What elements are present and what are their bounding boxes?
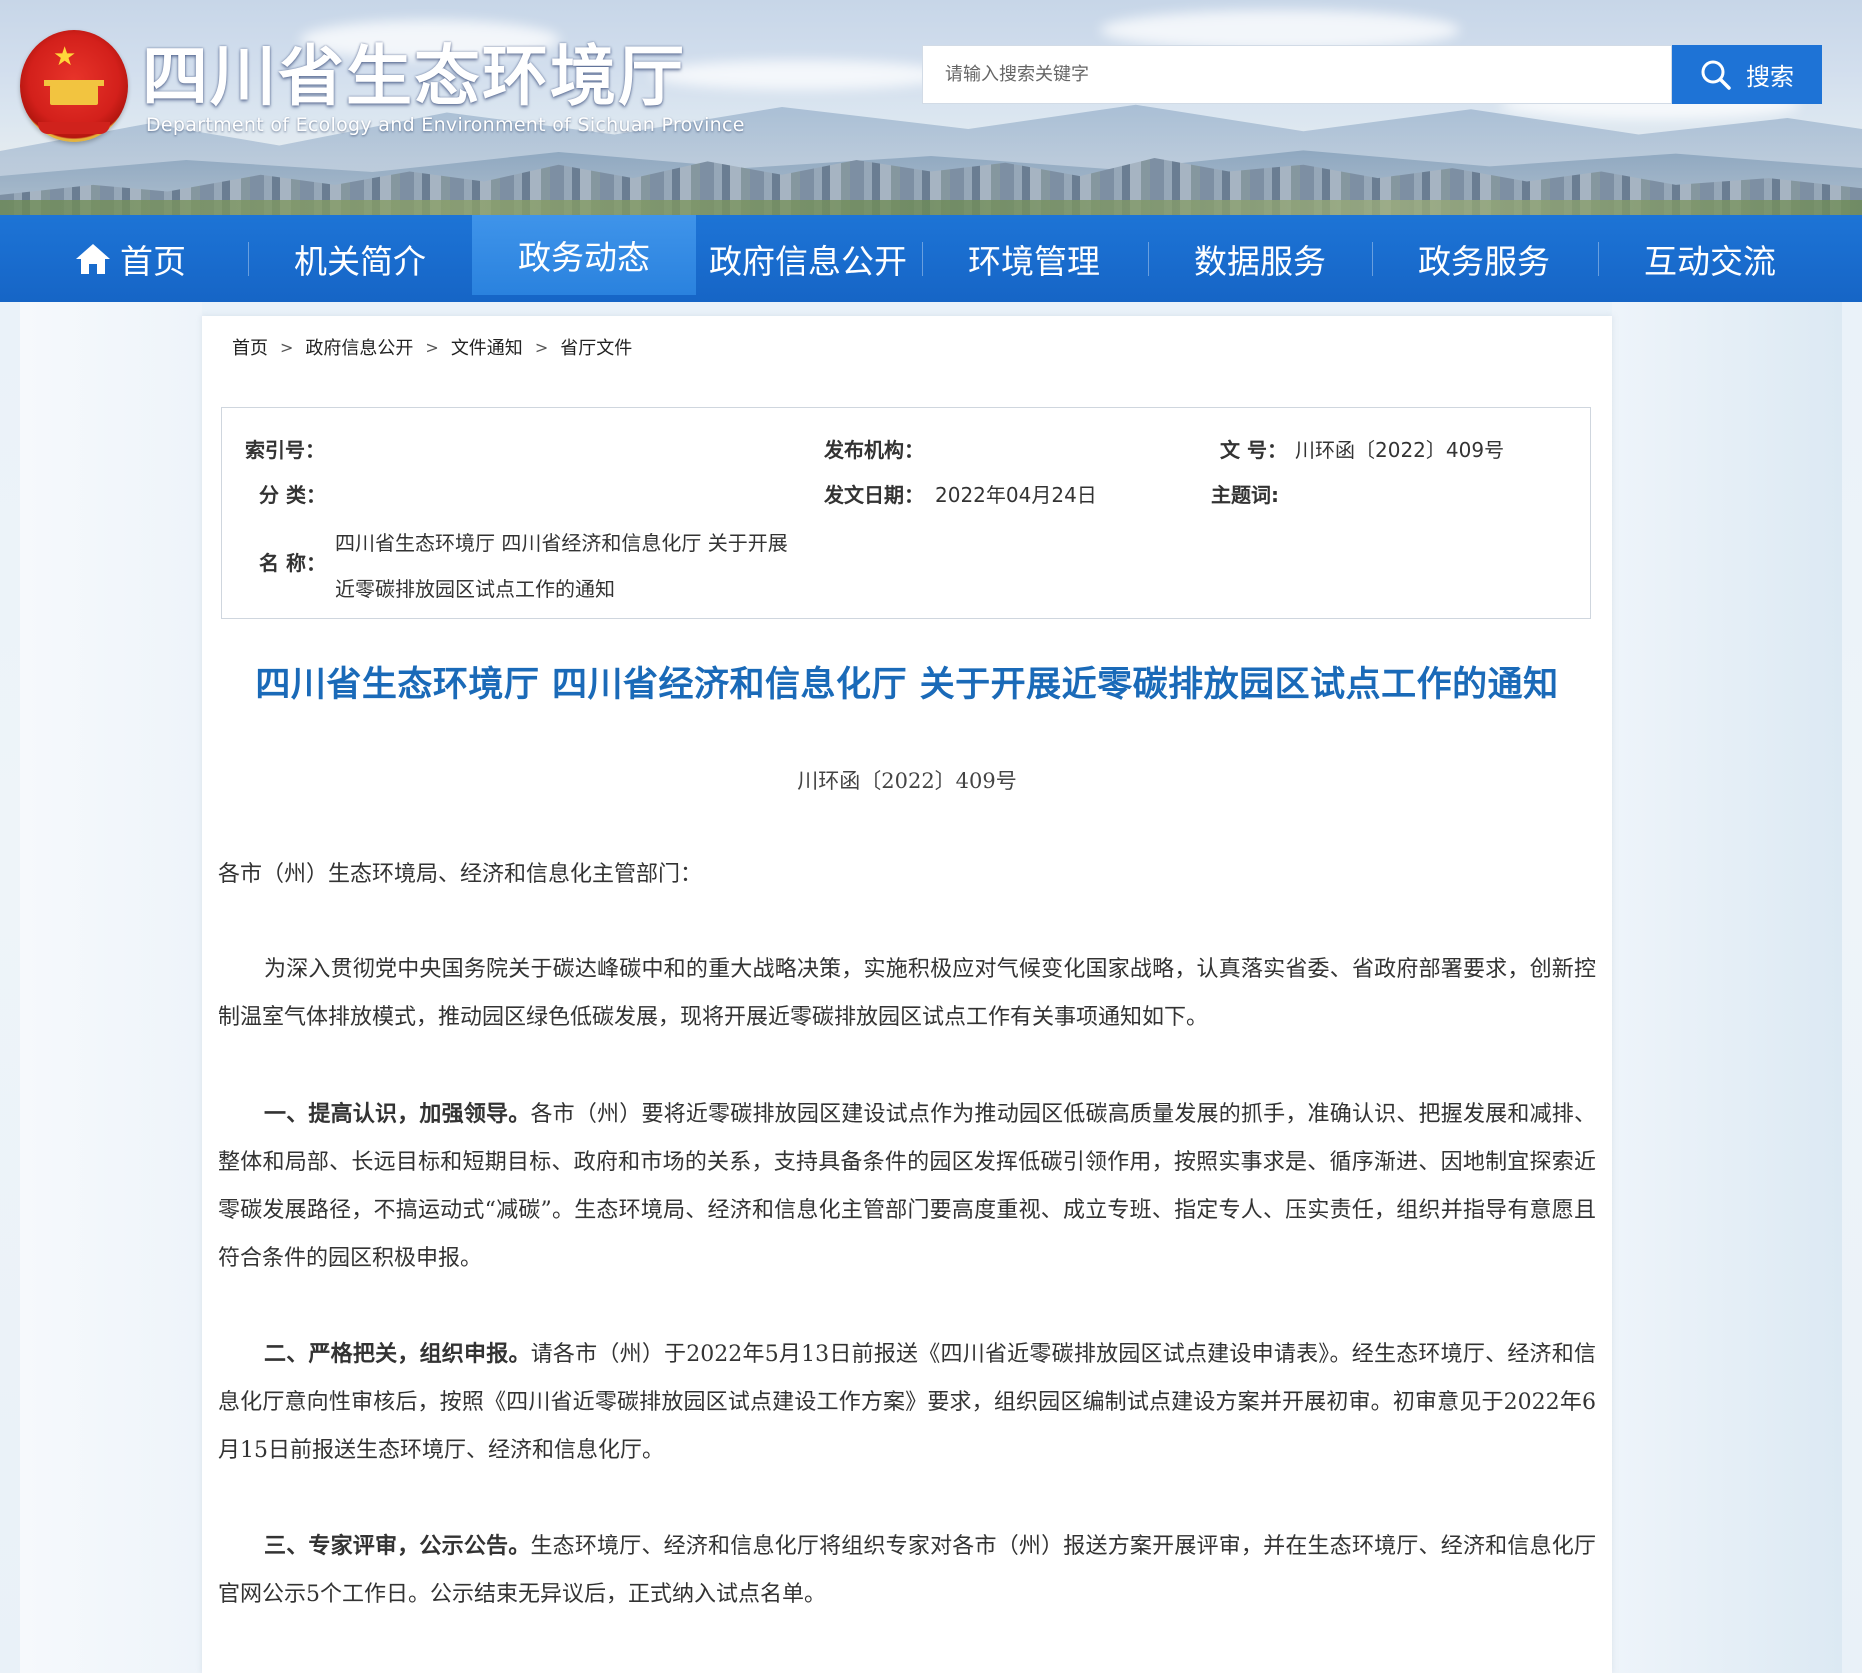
breadcrumb: 首页 > 政府信息公开 > 文件通知 > 省厅文件 — [232, 334, 632, 360]
main-nav: 首页 机关简介 政务动态 政府信息公开 环境管理 数据服务 政务服务 互动交流 — [0, 215, 1862, 302]
breadcrumb-file-notices[interactable]: 文件通知 — [451, 334, 523, 360]
nav-item-news[interactable]: 政务动态 — [472, 215, 696, 295]
nav-item-label: 数据服务 — [1194, 241, 1326, 281]
index-label: 索引号： — [245, 438, 325, 462]
search-button[interactable]: 搜索 — [1672, 45, 1822, 104]
section-heading: 三、专家评审，公示公告。 — [264, 1534, 531, 1559]
section-heading: 一、提高认识，加强领导。 — [264, 1102, 531, 1127]
breadcrumb-info-disclosure[interactable]: 政府信息公开 — [305, 334, 413, 360]
search-input[interactable] — [923, 46, 1643, 103]
docno-label: 文 号： — [1220, 438, 1287, 462]
breadcrumb-separator: > — [534, 337, 549, 357]
intro-paragraph: 为深入贯彻党中央国务院关于碳达峰碳中和的重大战略决策，实施积极应对气候变化国家战… — [218, 957, 1596, 1030]
nav-item-interaction[interactable]: 互动交流 — [1598, 215, 1822, 302]
document-number: 川环函〔2022〕409号 — [797, 769, 1017, 793]
nav-item-label: 环境管理 — [968, 241, 1100, 281]
section-paragraph: 三、专家评审，公示公告。生态环境厅、经济和信息化厅将组织专家对各市（州）报送方案… — [218, 1523, 1596, 1619]
nav-item-gov-services[interactable]: 政务服务 — [1372, 215, 1596, 302]
topic-label: 主题词: — [1211, 483, 1279, 507]
breadcrumb-separator: > — [280, 337, 294, 357]
document-title: 四川省生态环境厅 四川省经济和信息化厅 关于开展近零碳排放园区试点工作的通知 — [255, 665, 1559, 705]
nav-item-label: 互动交流 — [1644, 241, 1776, 281]
section-text: 各市（州）要将近零碳排放园区建设试点作为推动园区低碳高质量发展的抓手，准确认识、… — [218, 1102, 1596, 1271]
name-label: 名 称： — [259, 551, 326, 575]
search-button-label: 搜索 — [1746, 63, 1794, 91]
date-label: 发文日期： — [824, 483, 924, 507]
category-label: 分 类： — [259, 483, 326, 507]
date-value: 2022年04月24日 — [935, 483, 1097, 507]
nav-item-info-disclosure[interactable]: 政府信息公开 — [696, 215, 920, 302]
side-decoration-right — [1612, 302, 1842, 1673]
salutation: 各市（州）生态环境局、经济和信息化主管部门： — [218, 862, 703, 887]
site-subtitle: Department of Ecology and Environment of… — [146, 114, 745, 136]
nav-item-data-services[interactable]: 数据服务 — [1148, 215, 1372, 302]
nav-item-env-management[interactable]: 环境管理 — [922, 215, 1146, 302]
nav-item-label: 政务动态 — [518, 238, 650, 277]
search-box — [922, 45, 1672, 104]
breadcrumb-provincial-files[interactable]: 省厅文件 — [560, 334, 632, 360]
nav-item-label: 机关简介 — [294, 241, 426, 281]
side-decoration-left — [20, 302, 202, 1673]
section-heading: 二、严格把关，组织申报。 — [264, 1342, 531, 1367]
breadcrumb-separator: > — [425, 337, 439, 357]
header-banner: ★ 四川省生态环境厅 Department of Ecology and Env… — [0, 0, 1862, 215]
name-value: 四川省生态环境厅 四川省经济和信息化厅 关于开展近零碳排放园区试点工作的通知 — [335, 531, 788, 601]
publisher-label: 发布机构： — [824, 438, 924, 462]
search-icon — [1701, 60, 1731, 90]
site-title: 四川省生态环境厅 — [142, 37, 686, 115]
nav-item-about[interactable]: 机关简介 — [248, 215, 472, 302]
section-paragraph: 二、严格把关，组织申报。请各市（州）于2022年5月13日前报送《四川省近零碳排… — [218, 1331, 1596, 1475]
nav-item-home[interactable]: 首页 — [20, 215, 240, 302]
home-icon — [76, 243, 110, 274]
nav-item-label: 首页 — [120, 241, 186, 281]
nav-item-label: 政务服务 — [1418, 241, 1550, 281]
national-emblem-logo: ★ — [20, 30, 128, 142]
breadcrumb-home[interactable]: 首页 — [232, 334, 268, 360]
nav-item-label: 政府信息公开 — [709, 241, 907, 281]
docno-value: 川环函〔2022〕409号 — [1295, 438, 1505, 462]
section-paragraph: 一、提高认识，加强领导。各市（州）要将近零碳排放园区建设试点作为推动园区低碳高质… — [218, 1091, 1596, 1283]
